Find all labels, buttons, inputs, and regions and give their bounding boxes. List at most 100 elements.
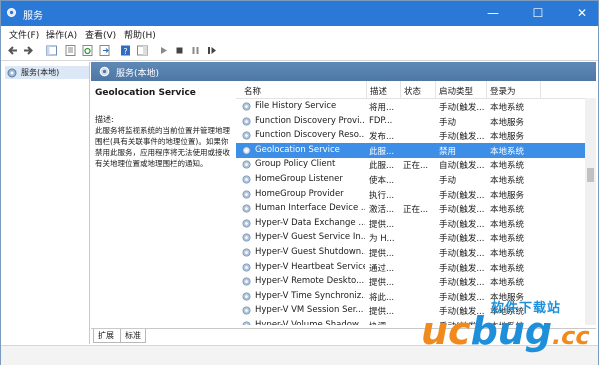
close-button[interactable]: ✕: [567, 1, 597, 26]
service-log-on-as: 本地系统: [490, 176, 525, 186]
table-row[interactable]: Geolocation Service 此服... 禁用 本地系统: [236, 142, 586, 158]
service-description: 提供...: [369, 249, 395, 259]
column-description[interactable]: 描述: [370, 85, 387, 97]
help-icon[interactable]: ?: [119, 44, 132, 57]
refresh-icon[interactable]: [81, 44, 94, 57]
maximize-button[interactable]: ☐: [523, 1, 553, 26]
table-row[interactable]: Function Discovery Provi... FDP... 手动 本地服务: [236, 114, 586, 129]
table-row[interactable]: Hyper-V Guest Shutdown... 提供... 手动(触发... 本地…: [236, 245, 586, 260]
service-log-on-as: 本地系统: [490, 249, 525, 259]
forward-arrow-icon[interactable]: [22, 44, 35, 57]
console-tree-icon[interactable]: [45, 44, 58, 57]
service-description: 执行...: [369, 190, 395, 201]
stop-icon[interactable]: [173, 44, 186, 57]
service-log-on-as: 本地系统: [490, 263, 525, 274]
service-description: 协调...: [369, 320, 399, 325]
play-icon[interactable]: [157, 44, 170, 57]
service-name: Geolocation Service: [255, 144, 340, 155]
service-gear-icon: [242, 146, 251, 155]
menu-file[interactable]: 文件(F): [9, 28, 39, 41]
service-name: Function Discovery Reso...: [255, 130, 365, 141]
menu-view[interactable]: 查看(V): [85, 28, 116, 41]
service-gear-icon: [242, 306, 251, 315]
services-gear-icon: [7, 8, 16, 17]
service-startup-type: 禁用: [439, 146, 457, 157]
table-row[interactable]: File History Service 将用... 手动(触发... 本地系统: [236, 99, 586, 114]
console-tree: 服务(本地): [2, 62, 90, 344]
tab-standard[interactable]: 标准: [120, 329, 146, 343]
table-row[interactable]: Hyper-V Data Exchange ... 提供... 手动(触发... 本地…: [236, 216, 586, 231]
tree-item-services-local[interactable]: 服务(本地): [5, 66, 89, 79]
service-log-on-as: 本地服务: [490, 117, 525, 128]
service-status: 正在...: [403, 205, 429, 216]
service-startup-type: 手动: [439, 176, 457, 186]
service-description: 此服...: [369, 161, 395, 172]
service-startup-type: 手动(触发...: [439, 249, 485, 259]
service-log-on-as: 本地系统: [490, 219, 525, 230]
scrollbar-thumb[interactable]: [587, 168, 594, 182]
service-description: 使本...: [369, 176, 395, 186]
title-bar[interactable]: 服务 — ☐ ✕: [1, 1, 598, 26]
service-startup-type: 手动(触发...: [439, 278, 485, 289]
description-text: 此服务将监视系统的当前位置并管理地理围栏(具有关联事件的地理位置)。如果你禁用此…: [95, 126, 230, 168]
table-row[interactable]: Human Interface Device ... 激活... 正在... 手动(触…: [236, 201, 586, 216]
service-gear-icon: [242, 190, 251, 199]
service-name: Hyper-V Heartbeat Service: [255, 261, 365, 272]
service-gear-icon: [242, 160, 251, 169]
service-log-on-as: 本地系统: [490, 161, 525, 172]
service-name: Hyper-V VM Session Ser...: [255, 305, 364, 316]
service-description: 为 H...: [369, 234, 395, 245]
table-row[interactable]: HomeGroup Listener 使本... 手动 本地系统: [236, 172, 586, 187]
column-startup-type[interactable]: 启动类型: [439, 85, 473, 97]
back-arrow-icon[interactable]: [6, 44, 19, 57]
properties-icon[interactable]: [64, 44, 77, 57]
selected-service-title: Geolocation Service: [95, 88, 196, 98]
table-row[interactable]: Hyper-V Remote Deskto... 提供... 手动(触发... 本地系…: [236, 274, 586, 289]
table-row[interactable]: Hyper-V Guest Service In... 为 H... 手动(触发..…: [236, 230, 586, 245]
service-gear-icon: [242, 175, 251, 184]
restart-icon[interactable]: [205, 44, 218, 57]
service-gear-icon: [242, 102, 251, 111]
service-startup-type: 手动(触发...: [439, 190, 485, 201]
services-gear-icon: [99, 66, 110, 77]
service-gear-icon: [242, 131, 251, 140]
svg-text:?: ?: [123, 47, 127, 56]
service-startup-type: 手动(触发...: [439, 103, 485, 113]
service-log-on-as: 本地系统: [490, 103, 525, 113]
tab-extended[interactable]: 扩展: [93, 329, 121, 343]
column-name[interactable]: 名称: [244, 85, 261, 97]
service-gear-icon: [242, 117, 251, 126]
service-log-on-as: 本地服务: [490, 190, 525, 201]
service-gear-icon: [242, 233, 251, 242]
minimize-button[interactable]: —: [478, 1, 508, 26]
service-startup-type: 手动(触发...: [439, 234, 485, 245]
service-description: 将此...: [369, 292, 395, 303]
pane-icon[interactable]: [136, 44, 149, 57]
service-description: 将用...: [369, 103, 395, 113]
tree-item-label: 服务(本地): [21, 68, 60, 77]
service-log-on-as: 本地系统: [490, 234, 525, 245]
window-title: 服务: [23, 11, 43, 22]
service-startup-type: 手动(触发...: [439, 219, 485, 230]
column-status[interactable]: 状态: [404, 85, 421, 97]
pane-header-label: 服务(本地): [116, 69, 160, 79]
table-row[interactable]: HomeGroup Provider 执行... 手动(触发... 本地服务: [236, 187, 586, 202]
service-gear-icon: [242, 204, 251, 213]
table-row[interactable]: Group Policy Client 此服... 正在... 自动(触发... 本地系…: [236, 157, 586, 172]
service-gear-icon: [242, 263, 251, 272]
service-description: 发布...: [369, 132, 395, 143]
service-name: Hyper-V Guest Service In...: [255, 232, 365, 243]
service-name: Human Interface Device ...: [255, 203, 365, 214]
menu-help[interactable]: 帮助(H): [124, 28, 156, 41]
extended-description-panel: Geolocation Service 描述: 此服务将监视系统的当前位置并管理…: [91, 81, 238, 325]
service-description: 提供...: [369, 307, 395, 318]
column-header-row: 名称 描述 状态 启动类型 登录为: [236, 81, 596, 99]
pause-icon[interactable]: [189, 44, 202, 57]
services-list: 名称 描述 状态 启动类型 登录为 File History Service 将用…: [236, 81, 596, 325]
column-log-on-as[interactable]: 登录为: [490, 85, 516, 97]
table-row[interactable]: Function Discovery Reso... 发布... 手动(触发... 本…: [236, 128, 586, 143]
menu-action[interactable]: 操作(A): [46, 28, 77, 41]
export-icon[interactable]: [98, 44, 111, 57]
table-row[interactable]: Hyper-V Heartbeat Service 通过... 手动(触发... 本地…: [236, 260, 586, 275]
service-gear-icon: [242, 292, 251, 301]
